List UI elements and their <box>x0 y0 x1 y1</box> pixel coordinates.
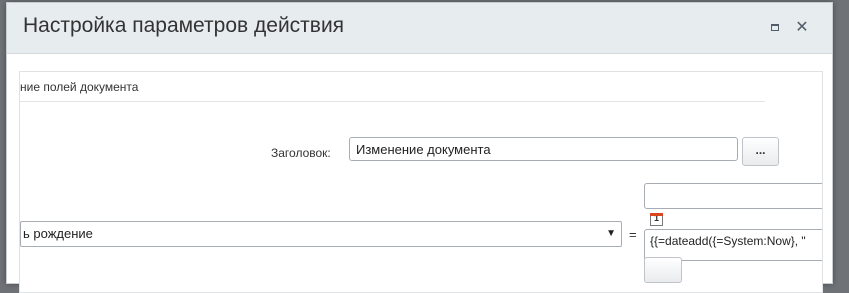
action-settings-dialog: Настройка параметров действия ✕ ние поле… <box>6 2 833 293</box>
dialog-content: ние полей документа Заголовок: Изменение… <box>19 71 823 293</box>
section-title: ние полей документа <box>20 80 139 94</box>
maximize-icon[interactable] <box>768 21 782 35</box>
document-field-select-value: ь рождение <box>23 226 93 241</box>
calendar-icon[interactable]: 1 <box>650 213 663 226</box>
close-icon[interactable]: ✕ <box>795 20 809 36</box>
document-field-select[interactable]: ь рождение ▼ <box>20 221 622 247</box>
expression-options-button[interactable] <box>644 257 682 283</box>
empty-value-input[interactable] <box>644 183 822 209</box>
equals-sign: = <box>629 227 637 242</box>
title-options-button[interactable]: ... <box>742 137 779 166</box>
title-input[interactable]: Изменение документа <box>349 137 738 161</box>
section-divider <box>20 101 765 102</box>
dialog-title: Настройка параметров действия <box>23 14 345 37</box>
dialog-header: Настройка параметров действия ✕ <box>7 3 832 54</box>
chevron-down-icon: ▼ <box>606 228 616 239</box>
title-field-label: Заголовок: <box>271 146 331 160</box>
